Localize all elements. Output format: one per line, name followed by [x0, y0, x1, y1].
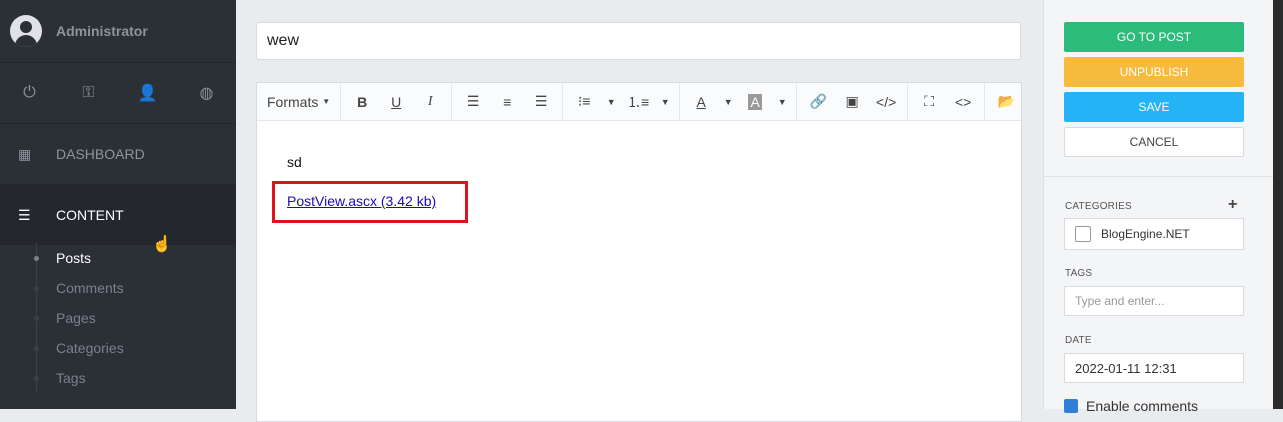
code-icon[interactable]: </>	[869, 84, 903, 120]
quick-actions: ⏻ ⚿ 👤 ◍	[0, 63, 236, 124]
tags-label: TAGS	[1065, 268, 1093, 279]
fullscreen-icon[interactable]: ⛶	[912, 84, 946, 120]
post-settings-panel: GO TO POST UNPUBLISH SAVE CANCEL CATEGOR…	[1043, 0, 1274, 414]
align-right-icon[interactable]: ☰	[524, 84, 558, 120]
link-icon[interactable]: 🔗	[801, 84, 835, 120]
dashboard-icon: ▦	[18, 145, 32, 162]
category-item[interactable]: BlogEngine.NET	[1064, 218, 1244, 250]
globe-icon[interactable]: ◍	[177, 83, 236, 103]
chevron-down-icon[interactable]: ▼	[655, 84, 675, 120]
numbered-list-icon[interactable]: ⒈≡	[621, 84, 655, 120]
cancel-button[interactable]: CANCEL	[1064, 127, 1244, 157]
unpublish-button[interactable]: UNPUBLISH	[1064, 57, 1244, 87]
date-input[interactable]: 2022-01-11 12:31	[1064, 353, 1244, 383]
nav-dashboard[interactable]: ▦ DASHBOARD	[0, 124, 236, 185]
chevron-down-icon[interactable]: ▼	[772, 84, 792, 120]
sidebar-item-tags[interactable]: Tags	[0, 363, 236, 393]
chevron-down-icon[interactable]: ▼	[718, 84, 738, 120]
save-button[interactable]: SAVE	[1064, 92, 1244, 122]
nav-content[interactable]: ☰ CONTENT	[0, 185, 236, 245]
nav-content-label: CONTENT	[56, 207, 124, 223]
attachment-link[interactable]: PostView.ascx (3.42 kb)	[287, 193, 436, 209]
post-title-input[interactable]: wew	[256, 22, 1021, 60]
bullet-list-icon[interactable]: ⁝≡	[567, 84, 601, 120]
align-center-icon[interactable]: ≡	[490, 84, 524, 120]
sidebar-item-categories[interactable]: Categories	[0, 333, 236, 363]
nav-dashboard-label: DASHBOARD	[56, 146, 145, 162]
date-label: DATE	[1065, 335, 1092, 346]
underline-icon[interactable]: U	[379, 84, 413, 120]
checkbox-checked-icon[interactable]	[1064, 399, 1078, 413]
enable-comments-label: Enable comments	[1086, 398, 1199, 414]
category-checkbox[interactable]	[1075, 226, 1091, 242]
user-block[interactable]: Administrator	[0, 0, 236, 63]
avatar	[10, 15, 42, 47]
bold-icon[interactable]: B	[345, 84, 379, 120]
sidebar-item-comments[interactable]: Comments	[0, 273, 236, 303]
power-icon[interactable]: ⏻	[0, 84, 59, 102]
editor-body-text: sd	[287, 154, 302, 170]
sidebar-item-posts[interactable]: Posts	[0, 243, 236, 273]
folder-open-icon[interactable]: 📂	[989, 84, 1023, 120]
mouse-cursor-icon: ☝	[152, 236, 172, 253]
chevron-down-icon[interactable]: ▼	[601, 84, 621, 120]
category-label: BlogEngine.NET	[1101, 227, 1190, 241]
scrollbar[interactable]	[1273, 0, 1283, 409]
list-icon: ☰	[18, 206, 31, 223]
tags-input[interactable]: Type and enter...	[1064, 286, 1244, 316]
enable-comments-toggle[interactable]: Enable comments	[1064, 398, 1198, 414]
go-to-post-button[interactable]: GO TO POST	[1064, 22, 1244, 52]
background-color-icon[interactable]: A	[738, 84, 772, 120]
add-category-icon[interactable]: +	[1228, 196, 1237, 214]
source-code-icon[interactable]: <>	[946, 84, 980, 120]
rich-text-editor[interactable]: Formats ▼ B U I ☰ ≡ ☰ ⁝≡ ▼ ⒈≡ ▼ A ▼ A ▼ …	[256, 82, 1022, 422]
align-left-icon[interactable]: ☰	[456, 84, 490, 120]
media-icon[interactable]: ▣	[835, 84, 869, 120]
key-icon[interactable]: ⚿	[59, 84, 118, 102]
content-submenu: Posts Comments Pages Categories Tags	[0, 243, 236, 393]
user-name: Administrator	[56, 23, 148, 39]
italic-icon[interactable]: I	[413, 84, 447, 120]
user-icon[interactable]: 👤	[118, 83, 177, 103]
editor-toolbar: Formats ▼ B U I ☰ ≡ ☰ ⁝≡ ▼ ⒈≡ ▼ A ▼ A ▼ …	[257, 83, 1021, 121]
sidebar-item-pages[interactable]: Pages	[0, 303, 236, 333]
post-title-value: wew	[267, 32, 300, 49]
formats-dropdown[interactable]: Formats ▼	[257, 83, 342, 120]
sidebar: Administrator ⏻ ⚿ 👤 ◍ ▦ DASHBOARD ☰ CONT…	[0, 0, 236, 409]
categories-label: CATEGORIES	[1065, 201, 1132, 212]
text-color-icon[interactable]: A	[684, 84, 718, 120]
caret-icon: ▼	[322, 97, 331, 106]
